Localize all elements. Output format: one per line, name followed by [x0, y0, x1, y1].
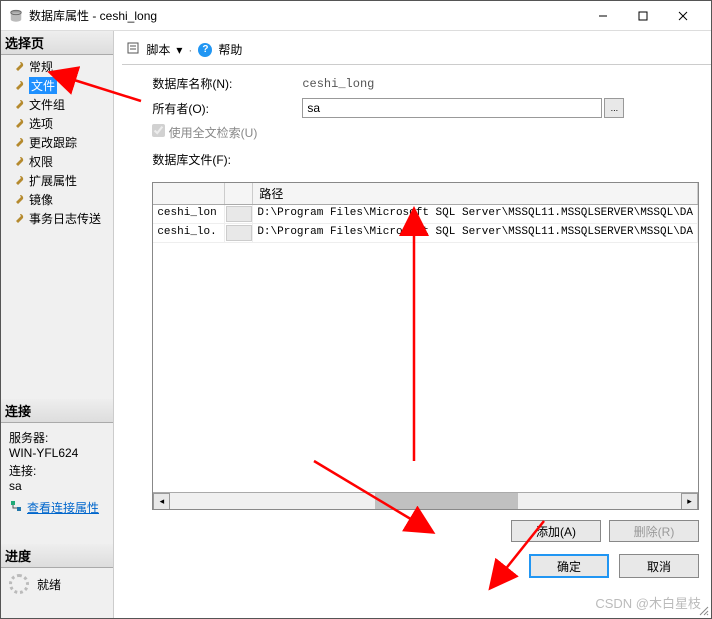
table-row[interactable]: ceshi_lo. D:\Program Files\Microsoft SQL…: [153, 224, 698, 243]
minimize-button[interactable]: [583, 1, 623, 31]
script-dropdown[interactable]: 脚本: [146, 41, 170, 58]
sidebar-item-label: 常规: [29, 58, 53, 75]
sidebar-item-mirroring[interactable]: 镜像: [1, 190, 113, 209]
page-list: 常规 文件 文件组 选项 更改跟踪 权限 扩展属性 镜像 事务日志传送: [1, 55, 113, 230]
file-name-cell: ceshi_lon: [153, 205, 225, 223]
sidebar-item-label: 事务日志传送: [29, 210, 101, 227]
files-grid[interactable]: 路径 ceshi_lon D:\Program Files\Microsoft …: [152, 182, 699, 510]
file-path-cell: D:\Program Files\Microsoft SQL Server\MS…: [253, 205, 698, 223]
sidebar-item-label: 文件: [29, 77, 57, 94]
wrench-icon: [13, 194, 25, 206]
sidebar-item-label: 镜像: [29, 191, 53, 208]
sidebar-item-label: 权限: [29, 153, 53, 170]
dialog-window: 数据库属性 - ceshi_long 选择页 常规 文件 文件组 选项 更改跟踪…: [0, 0, 712, 619]
row-button[interactable]: [226, 225, 252, 241]
sidebar-item-general[interactable]: 常规: [1, 57, 113, 76]
maximize-button[interactable]: [623, 1, 663, 31]
fulltext-checkbox: [152, 124, 165, 137]
select-page-header: 选择页: [1, 31, 113, 55]
sidebar-item-permissions[interactable]: 权限: [1, 152, 113, 171]
owner-input[interactable]: [302, 98, 602, 118]
cancel-button[interactable]: 取消: [619, 554, 699, 578]
sidebar-item-filegroups[interactable]: 文件组: [1, 95, 113, 114]
browse-owner-button[interactable]: ...: [604, 98, 624, 118]
sidebar-item-label: 更改跟踪: [29, 134, 77, 151]
wrench-icon: [13, 175, 25, 187]
view-connection-link[interactable]: 查看连接属性: [27, 499, 99, 516]
add-button[interactable]: 添加(A): [511, 520, 601, 542]
file-path-cell: D:\Program Files\Microsoft SQL Server\MS…: [253, 224, 698, 242]
spinner-icon: [9, 574, 29, 594]
sidebar-item-extprops[interactable]: 扩展属性: [1, 171, 113, 190]
close-button[interactable]: [663, 1, 703, 31]
help-icon: ?: [198, 43, 212, 57]
wrench-icon: [13, 137, 25, 149]
connection-info: 服务器: WIN-YFL624 连接: sa 查看连接属性: [1, 423, 113, 520]
scroll-track[interactable]: [170, 493, 681, 510]
app-icon: [9, 9, 23, 23]
wrench-icon: [13, 118, 25, 130]
sidebar-item-label: 选项: [29, 115, 53, 132]
sidebar-item-changetracking[interactable]: 更改跟踪: [1, 133, 113, 152]
connection-label: 连接:: [9, 462, 105, 479]
sidebar-item-logshipping[interactable]: 事务日志传送: [1, 209, 113, 228]
wrench-icon: [13, 80, 25, 92]
owner-label: 所有者(O):: [152, 100, 302, 117]
progress-status-row: 就绪: [1, 568, 113, 600]
progress-header: 进度: [1, 544, 113, 568]
server-label: 服务器:: [9, 429, 105, 446]
server-value: WIN-YFL624: [9, 446, 105, 460]
row-button[interactable]: [226, 206, 252, 222]
ok-button[interactable]: 确定: [529, 554, 609, 578]
wrench-icon: [13, 61, 25, 73]
link-icon: [9, 500, 23, 515]
scroll-thumb[interactable]: [375, 493, 518, 510]
progress-status: 就绪: [37, 576, 61, 593]
window-title: 数据库属性 - ceshi_long: [29, 7, 583, 24]
wrench-icon: [13, 99, 25, 111]
dropdown-arrow-icon[interactable]: ▾: [176, 43, 182, 57]
col-path[interactable]: 路径: [253, 183, 698, 204]
main-panel: 脚本 ▾ · ? 帮助 数据库名称(N): ceshi_long 所有者(O):…: [114, 31, 711, 618]
scroll-left-icon[interactable]: ◂: [153, 493, 170, 510]
db-name-label: 数据库名称(N):: [152, 75, 302, 92]
sidebar-item-label: 扩展属性: [29, 172, 77, 189]
scroll-right-icon[interactable]: ▸: [681, 493, 698, 510]
wrench-icon: [13, 156, 25, 168]
connection-value: sa: [9, 479, 105, 493]
fulltext-checkbox-label: 使用全文检索(U): [152, 124, 257, 141]
wrench-icon: [13, 213, 25, 225]
script-icon: [126, 41, 140, 58]
help-link[interactable]: 帮助: [218, 41, 242, 58]
sidebar-item-files[interactable]: 文件: [1, 76, 113, 95]
db-files-label: 数据库文件(F):: [152, 151, 231, 168]
db-name-value: ceshi_long: [302, 77, 699, 91]
file-name-cell: ceshi_lo.: [153, 224, 225, 242]
sidebar-item-label: 文件组: [29, 96, 65, 113]
delete-button: 删除(R): [609, 520, 699, 542]
toolbar: 脚本 ▾ · ? 帮助: [122, 39, 711, 65]
table-row[interactable]: ceshi_lon D:\Program Files\Microsoft SQL…: [153, 205, 698, 224]
grid-header: 路径: [153, 183, 698, 205]
sidebar-item-options[interactable]: 选项: [1, 114, 113, 133]
title-bar: 数据库属性 - ceshi_long: [1, 1, 711, 31]
resize-grip[interactable]: [697, 604, 709, 616]
connection-header: 连接: [1, 399, 113, 423]
horizontal-scrollbar[interactable]: ◂ ▸: [153, 492, 698, 509]
sidebar: 选择页 常规 文件 文件组 选项 更改跟踪 权限 扩展属性 镜像 事务日志传送 …: [1, 31, 114, 618]
